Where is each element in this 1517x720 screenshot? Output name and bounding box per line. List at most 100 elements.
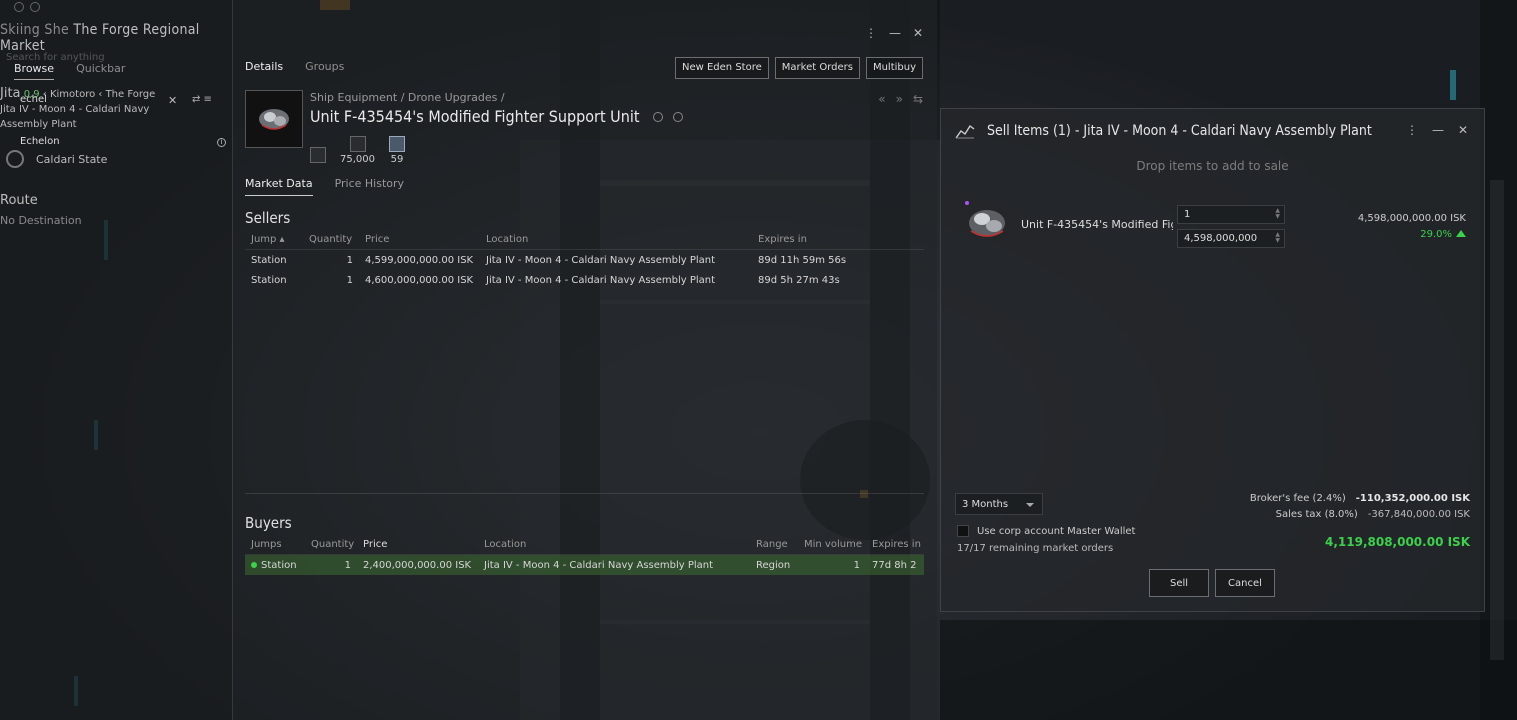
market-buttons: New Eden Store Market Orders Multibuy — [675, 57, 923, 79]
table-row[interactable]: Station 1 4,599,000,000.00 ISK Jita IV -… — [245, 250, 924, 270]
item-attributes: 75,000 59 — [310, 136, 405, 165]
broker-fee-label: Broker's fee (2.4%) — [1249, 493, 1346, 504]
location-station[interactable]: Jita IV - Moon 4 - Caldari Navy Assembly… — [0, 102, 180, 132]
item-total: 4,598,000,000.00 ISK — [1357, 213, 1466, 224]
tab-price-history[interactable]: Price History — [335, 177, 404, 196]
quantity-input[interactable]: 1 ▲ ▼ — [1177, 205, 1285, 224]
sales-tax-value: -367,840,000.00 ISK — [1367, 509, 1470, 520]
table-row[interactable]: Station 1 4,600,000,000.00 ISK Jita IV -… — [245, 270, 924, 290]
menu-icon[interactable]: ⋮ — [865, 26, 877, 40]
show-info-icon[interactable] — [653, 112, 663, 122]
caldari-logo-icon — [6, 150, 24, 168]
window-controls: ⋮ — ✕ — [865, 26, 923, 40]
sellers-heading: Sellers — [245, 209, 291, 227]
price-change: 29.0% — [1420, 229, 1466, 240]
sellers-table: Jump ▴ Quantity Price Location Expires i… — [245, 230, 924, 290]
location-info: Jita 0.9 ‹ Kimotoro ‹ The Forge Jita IV … — [0, 86, 180, 132]
corp-wallet-checkbox[interactable]: Use corp account Master Wallet — [957, 525, 1135, 537]
sell-items-window: Sell Items (1) - Jita IV - Moon 4 - Cald… — [940, 108, 1485, 612]
col-expires[interactable]: Expires in — [866, 539, 924, 550]
remaining-orders: 17/17 remaining market orders — [957, 543, 1114, 554]
sell-button[interactable]: Sell — [1149, 569, 1209, 597]
faction-row: Caldari State — [6, 150, 107, 168]
filter-icon[interactable]: ⇄ ≡ — [192, 94, 212, 105]
attribute-power: 59 — [389, 136, 405, 165]
duration-select[interactable]: 3 Months — [955, 493, 1043, 515]
col-expires[interactable]: Expires in — [752, 234, 872, 245]
attribute-slot — [310, 147, 326, 165]
attr-value-2: 59 — [390, 154, 404, 165]
table-row[interactable]: Station 1 2,400,000,000.00 ISK Jita IV -… — [245, 555, 924, 575]
search-query-text[interactable]: echel — [20, 94, 47, 105]
section-divider[interactable] — [245, 493, 924, 494]
minimize-icon[interactable]: — — [889, 26, 901, 40]
drop-zone-hint[interactable]: Drop items to add to sale — [941, 159, 1484, 173]
module-icon — [389, 136, 405, 152]
window-header-icons — [14, 2, 40, 12]
stepper-icon[interactable]: ▲ ▼ — [1275, 208, 1280, 220]
sell-item-name[interactable]: Unit F-435454's Modified Fighter Support… — [1021, 218, 1173, 231]
tab-market-data[interactable]: Market Data — [245, 177, 313, 196]
market-browser-panel: Skiing She The Forge Regional Market Sea… — [0, 0, 232, 720]
col-quantity[interactable]: Quantity — [305, 539, 357, 550]
tab-browse[interactable]: Browse — [14, 62, 55, 80]
clear-search-icon[interactable]: ✕ — [168, 94, 177, 107]
market-details-panel: ⋮ — ✕ Details Groups New Eden Store Mark… — [232, 0, 937, 720]
close-icon[interactable]: ✕ — [1458, 123, 1468, 137]
col-jump[interactable]: Jump ▴ — [245, 234, 303, 245]
buyers-table: Jumps Quantity Price Location Range Min … — [245, 535, 924, 575]
info-icon[interactable]: i — [217, 138, 226, 147]
price-input[interactable]: 4,598,000,000 ▲ ▼ — [1177, 229, 1285, 248]
window-title: Skiing She The Forge Regional Market — [0, 22, 232, 54]
title-ghost-text: Skiing — [0, 22, 41, 38]
breadcrumb[interactable]: Ship Equipment / Drone Upgrades / — [310, 91, 505, 104]
refresh-icon[interactable]: ⇆ — [913, 92, 923, 106]
multibuy-button[interactable]: Multibuy — [865, 57, 923, 79]
fees-summary: Broker's fee (2.4%) -110,352,000.00 ISK S… — [1250, 493, 1470, 525]
table-header: Jumps Quantity Price Location Range Min … — [245, 535, 924, 555]
settings-icon[interactable] — [30, 2, 40, 12]
atom-icon — [349, 136, 366, 152]
buyers-heading: Buyers — [245, 514, 292, 532]
item-icon[interactable] — [245, 90, 303, 148]
preview-icon[interactable] — [673, 112, 683, 122]
pin-icon[interactable] — [14, 2, 24, 12]
slot-icon — [310, 147, 326, 163]
stepper-icon[interactable]: ▲ ▼ — [1275, 232, 1280, 244]
route-destination: No Destination — [0, 214, 82, 227]
forward-icon[interactable]: » — [896, 92, 903, 106]
tab-details[interactable]: Details — [245, 60, 283, 73]
checkbox[interactable] — [957, 525, 969, 537]
faction-name[interactable]: Caldari State — [36, 153, 107, 166]
broker-fee-value: -110,352,000.00 ISK — [1355, 493, 1470, 504]
new-eden-store-button[interactable]: New Eden Store — [675, 57, 769, 79]
net-total: 4,119,808,000.00 ISK — [1324, 535, 1470, 549]
drone-unit-icon — [259, 109, 289, 130]
item-title: Unit F-435454's Modified Fighter Support… — [310, 107, 640, 126]
col-price[interactable]: Price — [357, 539, 478, 550]
col-location[interactable]: Location — [478, 539, 750, 550]
drone-unit-icon[interactable] — [963, 197, 1011, 245]
col-jumps[interactable]: Jumps — [245, 539, 305, 550]
col-price[interactable]: Price — [359, 234, 480, 245]
cancel-button[interactable]: Cancel — [1215, 569, 1275, 597]
up-arrow-icon — [1456, 230, 1466, 237]
location-path[interactable]: ‹ Kimotoro ‹ The Forge — [43, 89, 156, 100]
col-min-volume[interactable]: Min volume — [798, 539, 866, 550]
menu-icon[interactable]: ⋮ — [1406, 123, 1418, 137]
location-system[interactable]: Jita — [0, 86, 21, 101]
market-orders-button[interactable]: Market Orders — [774, 57, 860, 79]
browser-tabs: Browse Quickbar — [14, 62, 125, 80]
tab-quickbar[interactable]: Quickbar — [76, 62, 125, 80]
detail-tabs: Details Groups — [245, 60, 344, 73]
col-location[interactable]: Location — [480, 234, 752, 245]
attr-value-1: 75,000 — [340, 154, 375, 165]
col-range[interactable]: Range — [750, 539, 798, 550]
col-quantity[interactable]: Quantity — [303, 234, 359, 245]
sales-tax-label: Sales tax (8.0%) — [1275, 509, 1358, 520]
search-result-item[interactable]: Echelon — [20, 136, 60, 147]
close-icon[interactable]: ✕ — [913, 26, 923, 40]
tab-groups[interactable]: Groups — [305, 60, 344, 73]
back-icon[interactable]: « — [878, 92, 885, 106]
minimize-icon[interactable]: — — [1432, 123, 1444, 137]
